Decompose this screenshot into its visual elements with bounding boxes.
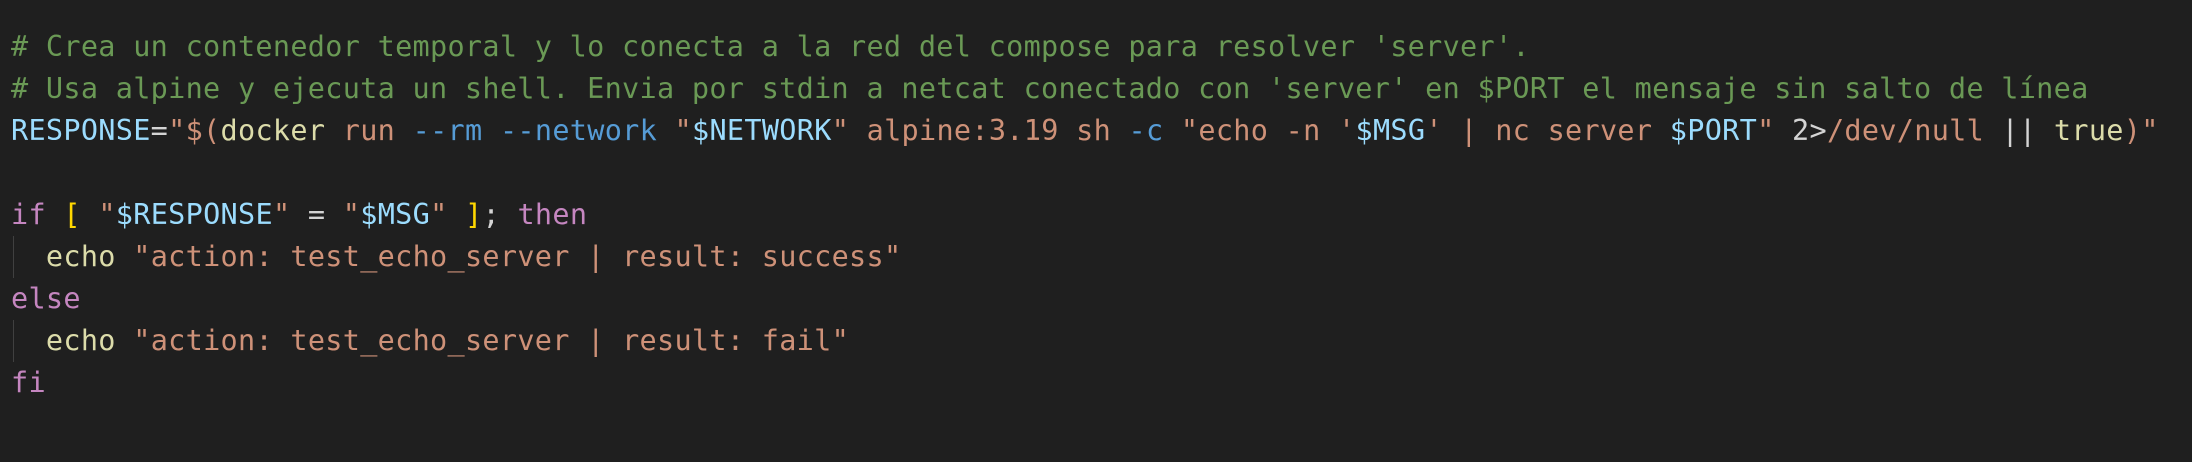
- code-token-var: RESPONSE: [11, 114, 151, 147]
- code-token-str: "action: test_echo_server | result: succ…: [133, 240, 902, 273]
- code-token-op: =: [290, 198, 343, 231]
- code-token-var: $PORT: [1669, 114, 1758, 147]
- code-token-str: ' | nc server: [1425, 114, 1670, 147]
- code-token-str: /dev/null: [1826, 114, 1985, 147]
- code-token-fn: echo: [45, 324, 116, 357]
- code-token-str: )": [2123, 114, 2159, 147]
- code-token-op: [849, 114, 866, 147]
- code-token-fn: true: [2053, 114, 2124, 147]
- code-token-op: [482, 114, 499, 147]
- code-token-str: ": [98, 198, 116, 231]
- code-token-str: ": [674, 114, 693, 147]
- code-token-kw: if: [11, 198, 46, 231]
- code-token-var: $RESPONSE: [115, 198, 273, 231]
- code-token-str: ": [430, 198, 448, 231]
- code-token-fn: docker: [220, 114, 326, 147]
- code-token-var: $MSG: [360, 198, 431, 231]
- code-token-str: ": [342, 198, 361, 231]
- code-token-str: ": [831, 114, 850, 147]
- code-token-op: [1059, 114, 1076, 147]
- code-token-op: [657, 114, 674, 147]
- code-token-op: [1111, 114, 1128, 147]
- code-token-op: [116, 324, 133, 357]
- code-token-op: [46, 198, 63, 231]
- code-line[interactable]: echo "action: test_echo_server | result:…: [0, 236, 2192, 278]
- code-token-str: "action: test_echo_server | result: fail…: [133, 324, 850, 357]
- code-token-str: "echo -n ': [1180, 114, 1356, 147]
- code-token-str: ": [272, 198, 291, 231]
- code-token-comment: # Usa alpine y ejecuta un shell. Envia p…: [11, 72, 2089, 105]
- code-token-flag: -c: [1128, 114, 1164, 147]
- code-line[interactable]: fi: [0, 362, 2192, 404]
- code-line[interactable]: if [ "$RESPONSE" = "$MSG" ]; then: [0, 194, 2192, 236]
- code-token-op: [11, 240, 46, 273]
- code-token-kw: then: [517, 198, 588, 231]
- code-token-flag: --network: [499, 114, 658, 147]
- code-token-str: run: [342, 114, 396, 147]
- code-token-op: [395, 114, 412, 147]
- code-token-op: [1163, 114, 1180, 147]
- code-token-kw: fi: [11, 366, 46, 399]
- code-line[interactable]: RESPONSE="$(docker run --rm --network "$…: [0, 110, 2192, 152]
- code-token-br: [: [63, 198, 81, 231]
- indent-guide: [13, 236, 14, 278]
- code-token-str: ": [1757, 114, 1775, 147]
- indent-guide: [13, 320, 14, 362]
- code-line[interactable]: # Crea un contenedor temporal y lo conec…: [0, 26, 2192, 68]
- code-token-op: 2>: [1774, 114, 1827, 147]
- code-token-var: $MSG: [1355, 114, 1426, 147]
- code-token-op: =: [150, 114, 169, 147]
- code-token-op: [448, 198, 465, 231]
- code-token-op: [325, 114, 342, 147]
- code-token-flag: --rm: [412, 114, 483, 147]
- code-token-str: sh: [1076, 114, 1112, 147]
- code-token-op: [81, 198, 98, 231]
- code-token-str: "$(: [168, 114, 221, 147]
- code-token-fn: echo: [45, 240, 116, 273]
- code-token-str: alpine:3.19: [866, 114, 1059, 147]
- code-token-kw: else: [11, 282, 81, 315]
- code-line[interactable]: else: [0, 278, 2192, 320]
- code-line[interactable]: # Usa alpine y ejecuta un shell. Envia p…: [0, 68, 2192, 110]
- code-editor[interactable]: # Crea un contenedor temporal y lo conec…: [0, 26, 2192, 404]
- code-token-br: ]: [465, 198, 483, 231]
- code-line[interactable]: echo "action: test_echo_server | result:…: [0, 320, 2192, 362]
- code-line[interactable]: [0, 152, 2192, 194]
- code-token-op: [116, 240, 133, 273]
- code-token-op: [11, 324, 46, 357]
- code-token-op: ||: [1984, 114, 2054, 147]
- code-token-op: ;: [482, 198, 518, 231]
- code-token-var: $NETWORK: [692, 114, 832, 147]
- code-token-comment: # Crea un contenedor temporal y lo conec…: [11, 30, 1530, 63]
